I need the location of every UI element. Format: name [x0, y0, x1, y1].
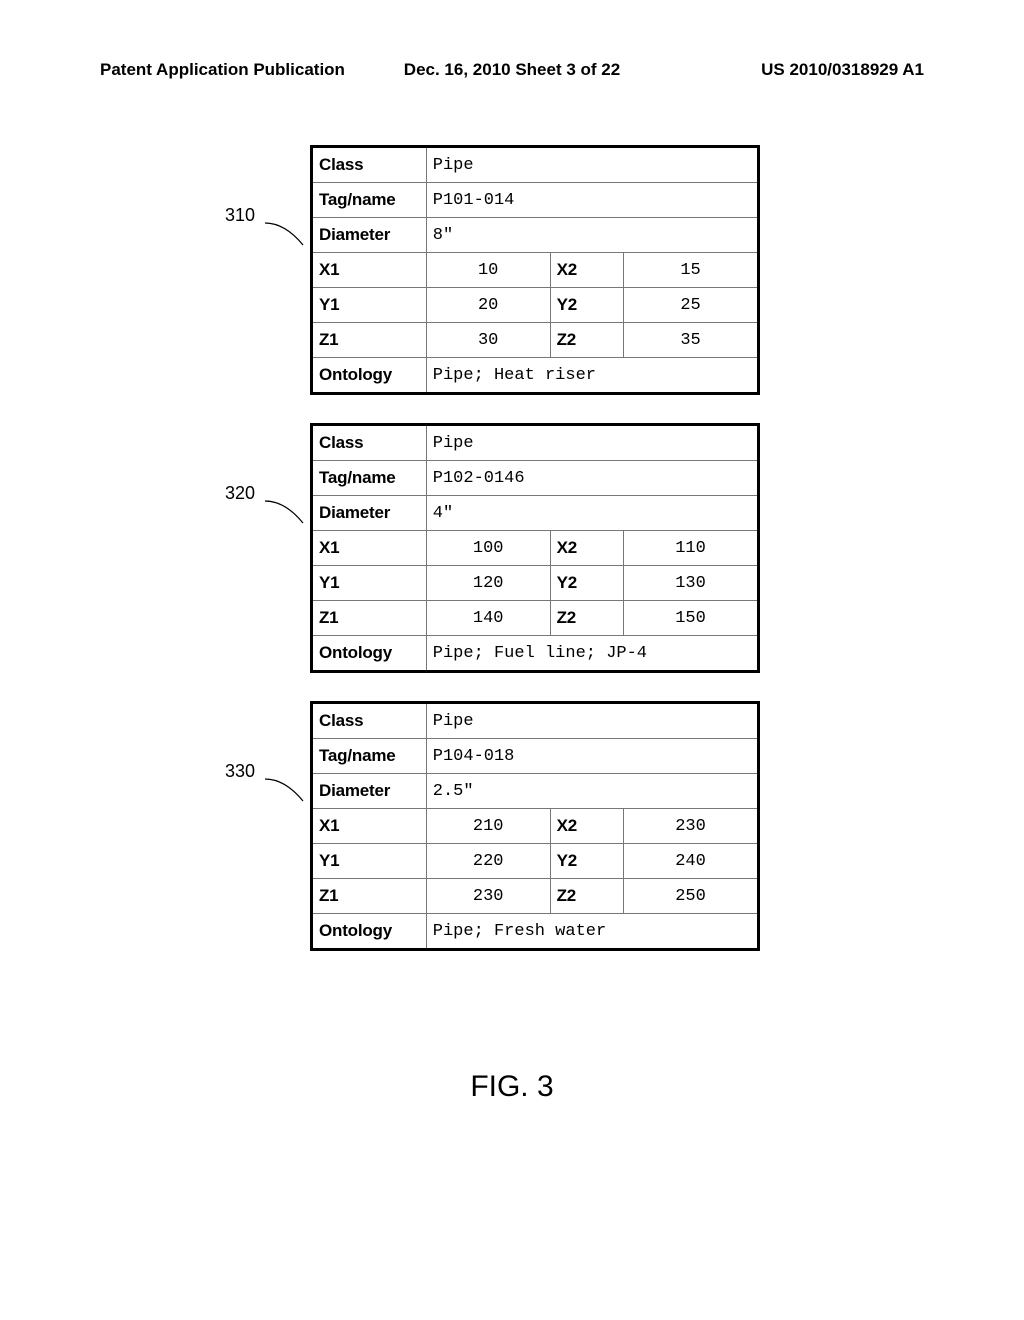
- y2-val: 25: [624, 288, 759, 323]
- ontology-val: Pipe; Heat riser: [426, 358, 758, 394]
- y2-val: 240: [624, 844, 759, 879]
- y2-label: Y2: [550, 288, 623, 323]
- x2-val: 110: [624, 531, 759, 566]
- ref-320: 320: [225, 483, 255, 504]
- row-class-label: Class: [312, 425, 427, 461]
- z2-label: Z2: [550, 323, 623, 358]
- header-left: Patent Application Publication: [100, 60, 375, 80]
- table-310: Class Pipe Tag/name P101-014 Diameter 8"…: [310, 145, 760, 395]
- x1-val: 10: [426, 253, 550, 288]
- row-class-value: Pipe: [426, 703, 758, 739]
- ontology-val: Pipe; Fresh water: [426, 914, 758, 950]
- row-class-value: Pipe: [426, 147, 758, 183]
- row-diameter-label: Diameter: [312, 496, 427, 531]
- row-tagname-value: P101-014: [426, 183, 758, 218]
- y1-val: 20: [426, 288, 550, 323]
- figure-content: 310 Class Pipe Tag/name P101-014 Diamete…: [225, 145, 760, 979]
- x2-val: 15: [624, 253, 759, 288]
- y2-val: 130: [624, 566, 759, 601]
- row-class-label: Class: [312, 703, 427, 739]
- y1-val: 120: [426, 566, 550, 601]
- row-diameter-label: Diameter: [312, 774, 427, 809]
- table-320: Class Pipe Tag/name P102-0146 Diameter 4…: [310, 423, 760, 673]
- row-class-value: Pipe: [426, 425, 758, 461]
- y2-label: Y2: [550, 844, 623, 879]
- z1-val: 30: [426, 323, 550, 358]
- y1-label: Y1: [312, 566, 427, 601]
- ref-330: 330: [225, 761, 255, 782]
- z2-val: 250: [624, 879, 759, 914]
- x1-label: X1: [312, 809, 427, 844]
- page-header: Patent Application Publication Dec. 16, …: [0, 60, 1024, 80]
- row-tagname-label: Tag/name: [312, 183, 427, 218]
- z1-label: Z1: [312, 879, 427, 914]
- ontology-val: Pipe; Fuel line; JP-4: [426, 636, 758, 672]
- z2-label: Z2: [550, 879, 623, 914]
- x2-val: 230: [624, 809, 759, 844]
- row-tagname-value: P104-018: [426, 739, 758, 774]
- header-mid: Dec. 16, 2010 Sheet 3 of 22: [375, 60, 650, 80]
- leader-line-icon: [263, 495, 307, 529]
- block-330: 330 Class Pipe Tag/name P104-018 Diamete…: [225, 701, 760, 951]
- header-right: US 2010/0318929 A1: [649, 60, 924, 80]
- figure-caption: FIG. 3: [0, 1070, 1024, 1104]
- ref-310: 310: [225, 205, 255, 226]
- x1-label: X1: [312, 253, 427, 288]
- x1-val: 210: [426, 809, 550, 844]
- row-diameter-label: Diameter: [312, 218, 427, 253]
- y1-label: Y1: [312, 844, 427, 879]
- y1-val: 220: [426, 844, 550, 879]
- z1-val: 140: [426, 601, 550, 636]
- row-diameter-value: 4": [426, 496, 758, 531]
- ontology-label: Ontology: [312, 358, 427, 394]
- row-diameter-value: 8": [426, 218, 758, 253]
- ontology-label: Ontology: [312, 914, 427, 950]
- x1-val: 100: [426, 531, 550, 566]
- block-320: 320 Class Pipe Tag/name P102-0146 Diamet…: [225, 423, 760, 673]
- z1-val: 230: [426, 879, 550, 914]
- block-310: 310 Class Pipe Tag/name P101-014 Diamete…: [225, 145, 760, 395]
- ontology-label: Ontology: [312, 636, 427, 672]
- z1-label: Z1: [312, 601, 427, 636]
- x1-label: X1: [312, 531, 427, 566]
- x2-label: X2: [550, 531, 623, 566]
- y1-label: Y1: [312, 288, 427, 323]
- row-tagname-label: Tag/name: [312, 461, 427, 496]
- z2-val: 35: [624, 323, 759, 358]
- row-tagname-value: P102-0146: [426, 461, 758, 496]
- row-tagname-label: Tag/name: [312, 739, 427, 774]
- row-class-label: Class: [312, 147, 427, 183]
- z1-label: Z1: [312, 323, 427, 358]
- leader-line-icon: [263, 217, 307, 251]
- z2-label: Z2: [550, 601, 623, 636]
- row-diameter-value: 2.5": [426, 774, 758, 809]
- y2-label: Y2: [550, 566, 623, 601]
- table-330: Class Pipe Tag/name P104-018 Diameter 2.…: [310, 701, 760, 951]
- leader-line-icon: [263, 773, 307, 807]
- x2-label: X2: [550, 809, 623, 844]
- x2-label: X2: [550, 253, 623, 288]
- z2-val: 150: [624, 601, 759, 636]
